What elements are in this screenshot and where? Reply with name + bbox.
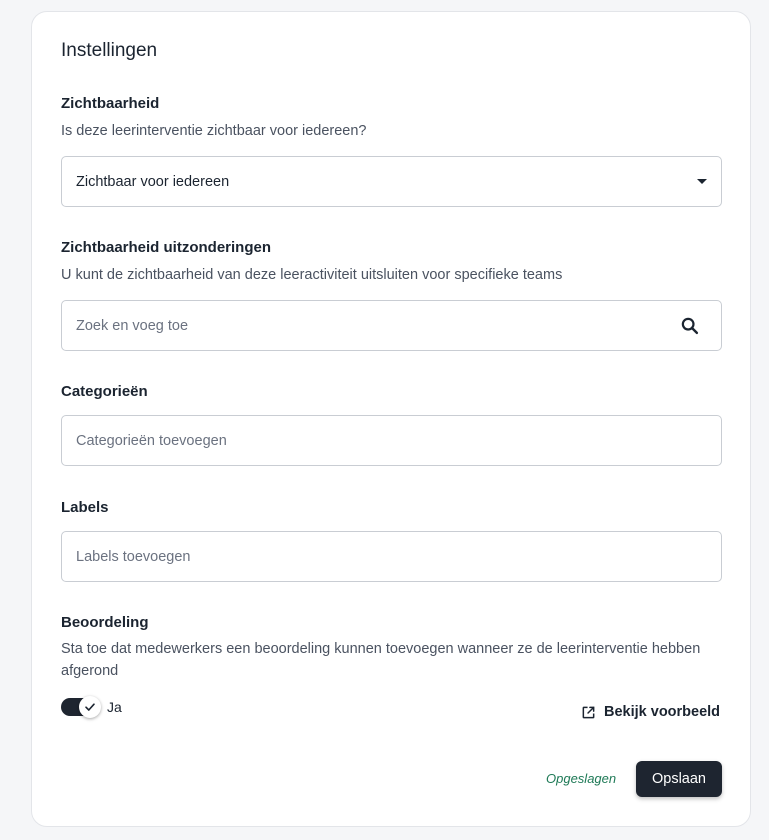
visibility-selected-value: Zichtbaar voor iedereen xyxy=(76,173,230,190)
toggle-knob xyxy=(79,696,101,718)
visibility-label: Zichtbaarheid xyxy=(61,95,160,112)
search-icon[interactable] xyxy=(679,315,701,337)
external-link-icon xyxy=(582,706,595,718)
caret-down-icon xyxy=(697,179,707,184)
labels-label: Labels xyxy=(61,499,109,516)
settings-panel: Instellingen Zichtbaarheid Is deze leeri… xyxy=(31,11,751,827)
exceptions-search-input[interactable]: Zoek en voeg toe xyxy=(61,300,722,351)
exceptions-search-placeholder: Zoek en voeg toe xyxy=(76,317,189,334)
categories-placeholder: Categorieën toevoegen xyxy=(76,432,227,449)
preview-link[interactable]: Bekijk voorbeeld xyxy=(581,704,720,720)
visibility-select[interactable]: Zichtbaar voor iedereen xyxy=(61,156,722,207)
save-button[interactable]: Opslaan xyxy=(636,761,722,797)
rating-toggle-row: Ja xyxy=(61,696,122,718)
preview-link-label: Bekijk voorbeeld xyxy=(604,704,721,720)
rating-toggle-label: Ja xyxy=(107,699,122,715)
labels-input[interactable]: Labels toevoegen xyxy=(61,531,722,582)
categories-label: Categorieën xyxy=(61,383,148,400)
exceptions-description: U kunt de zichtbaarheid van deze leeract… xyxy=(61,267,563,283)
rating-description: Sta toe dat medewerkers een beoordeling … xyxy=(61,641,701,679)
saved-status: Opgeslagen xyxy=(546,771,617,786)
labels-placeholder: Labels toevoegen xyxy=(76,548,191,565)
visibility-description: Is deze leerinterventie zichtbaar voor i… xyxy=(61,123,367,139)
categories-input[interactable]: Categorieën toevoegen xyxy=(61,415,722,466)
exceptions-label: Zichtbaarheid uitzonderingen xyxy=(61,239,272,256)
rating-label: Beoordeling xyxy=(61,614,149,631)
rating-toggle[interactable] xyxy=(61,696,101,718)
panel-title: Instellingen xyxy=(61,40,158,61)
check-icon xyxy=(85,703,95,711)
